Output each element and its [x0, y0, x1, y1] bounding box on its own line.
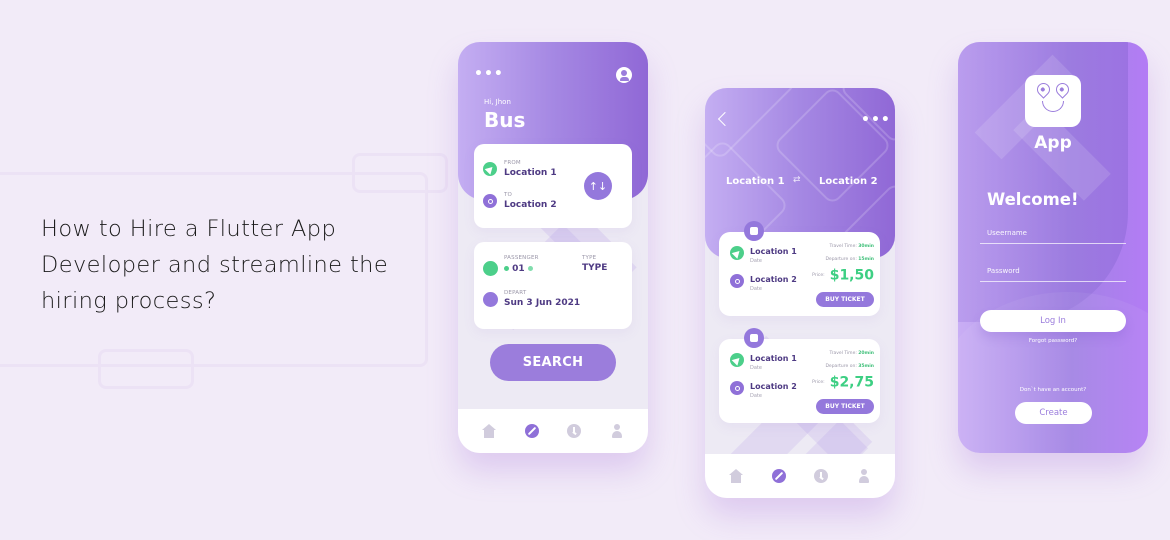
headline: How to Hire a Flutter App Developer and … — [41, 216, 389, 314]
departure-time: Departure on: 15min — [825, 257, 874, 262]
ticket-price: Price: $2,75 — [812, 374, 874, 391]
from-field[interactable]: Location 1 — [504, 168, 557, 178]
profile-icon[interactable] — [857, 469, 871, 483]
type-label: TYPE — [582, 255, 597, 261]
route-swap-icon[interactable]: ⇄ — [793, 175, 801, 185]
history-clock-icon[interactable] — [814, 469, 829, 483]
passenger-card: PASSENGER 01 TYPE TYPE DEPART Sun 3 Jun … — [474, 242, 632, 329]
swap-arrows-icon: ↑↓ — [588, 179, 608, 193]
phone-login-screen: App Welcome! Useername Password Log In F… — [958, 42, 1148, 453]
no-account-text: Don`t have an account? — [1019, 387, 1087, 393]
buy-ticket-button[interactable]: BUY TICKET — [816, 399, 874, 414]
history-clock-icon[interactable] — [567, 424, 582, 438]
home-icon[interactable] — [729, 469, 744, 483]
app-name: App — [1034, 133, 1072, 153]
calendar-icon — [483, 292, 498, 307]
ticket-from: Location 1 — [750, 247, 797, 256]
phone-results-screen: ••• Location 1 ⇄ Location 2 Location 1 D… — [705, 88, 895, 498]
ticket-from-date: Date — [750, 365, 762, 371]
depart-label: DEPART — [504, 290, 527, 296]
user-icon[interactable] — [616, 67, 632, 83]
explore-icon[interactable] — [771, 469, 786, 483]
buy-ticket-button[interactable]: BUY TICKET — [816, 292, 874, 307]
create-account-button[interactable]: Create — [1015, 402, 1092, 424]
bus-icon — [744, 328, 764, 348]
type-select[interactable]: TYPE — [582, 263, 607, 273]
bottom-nav — [705, 454, 895, 498]
ticket-to-date: Date — [750, 393, 762, 399]
username-field[interactable]: Useername — [980, 224, 1126, 244]
bus-icon — [744, 221, 764, 241]
ticket-price: Price: $1,50 — [812, 267, 874, 284]
ticket-card[interactable]: Location 1 Date Location 2 Date Travel T… — [719, 339, 880, 423]
passenger-stepper[interactable]: 01 — [504, 264, 533, 274]
departure-time: Departure on: 35min — [825, 364, 874, 369]
profile-icon[interactable] — [610, 424, 624, 438]
page-title: Bus — [484, 108, 526, 132]
more-dots-icon[interactable]: ••• — [861, 112, 891, 128]
decorative-frame — [352, 153, 448, 193]
travel-time: Travel Time: 30min — [829, 244, 874, 249]
ticket-card[interactable]: Location 1 Date Location 2 Date Travel T… — [719, 232, 880, 316]
app-logo-icon — [1025, 75, 1081, 127]
location-pin-icon — [730, 381, 744, 395]
location-pin-icon — [483, 194, 497, 208]
home-icon[interactable] — [482, 424, 497, 438]
greeting: Hi, Jhon — [484, 98, 511, 106]
phone-search-screen: ••• Hi, Jhon Bus FROM Location 1 TO Loca… — [458, 42, 648, 453]
decorative-frame — [98, 349, 194, 389]
travel-time: Travel Time: 20min — [829, 351, 874, 356]
from-label: FROM — [504, 160, 521, 166]
route-from: Location 1 — [726, 176, 785, 187]
bottom-nav — [458, 409, 648, 453]
ticket-from-date: Date — [750, 258, 762, 264]
location-pin-icon — [730, 274, 744, 288]
welcome-heading: Welcome! — [987, 190, 1079, 209]
navigation-arrow-icon — [483, 162, 497, 176]
navigation-arrow-icon — [730, 246, 744, 260]
depart-date-field[interactable]: Sun 3 Jun 2021 — [504, 298, 580, 308]
decrement-icon[interactable] — [504, 266, 509, 271]
passenger-icon — [483, 261, 498, 276]
forgot-password-link[interactable]: Forgot password? — [958, 338, 1148, 344]
route-to: Location 2 — [819, 176, 878, 187]
explore-icon[interactable] — [524, 424, 539, 438]
ticket-to: Location 2 — [750, 382, 797, 391]
increment-icon[interactable] — [527, 266, 533, 271]
route-card: FROM Location 1 TO Location 2 ↑↓ — [474, 144, 632, 228]
swap-button[interactable]: ↑↓ — [584, 172, 612, 200]
ticket-to-date: Date — [750, 286, 762, 292]
more-dots-icon[interactable]: ••• — [474, 66, 504, 82]
passenger-count: 01 — [512, 264, 525, 274]
password-placeholder: Password — [987, 267, 1020, 275]
username-placeholder: Useername — [987, 229, 1027, 237]
login-button[interactable]: Log In — [980, 310, 1126, 332]
navigation-arrow-icon — [730, 353, 744, 367]
password-field[interactable]: Password — [980, 262, 1126, 282]
to-label: TO — [504, 192, 513, 198]
ticket-from: Location 1 — [750, 354, 797, 363]
to-field[interactable]: Location 2 — [504, 200, 557, 210]
ticket-to: Location 2 — [750, 275, 797, 284]
search-button[interactable]: SEARCH — [490, 344, 616, 381]
passenger-label: PASSENGER — [504, 255, 539, 261]
